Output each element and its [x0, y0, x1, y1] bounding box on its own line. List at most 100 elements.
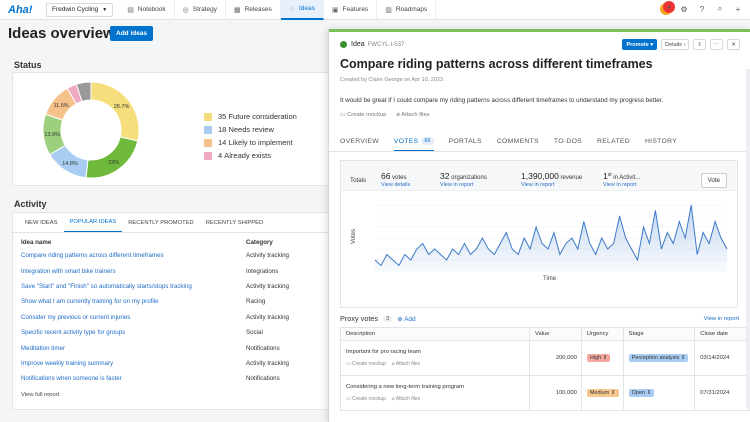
view-in-report-link[interactable]: View in report [603, 182, 640, 188]
slice-label: 23% [108, 160, 119, 166]
share-icon[interactable]: ⇪ [693, 39, 706, 50]
tab-comments[interactable]: COMMENTS [497, 132, 539, 151]
legend-item-likely-to-implement[interactable]: 14 Likely to implement [204, 136, 297, 149]
record-type-label: Idea [351, 41, 365, 48]
column-header-value[interactable]: Value [530, 328, 582, 340]
nav-tab-strategy[interactable]: ◎ Strategy [175, 0, 226, 20]
settings-gear-icon[interactable]: ⚙ [678, 3, 690, 15]
notification-badge: • [663, 1, 675, 13]
idea-title[interactable]: Compare riding patterns across different… [340, 57, 653, 71]
donut-slice[interactable] [90, 81, 140, 142]
add-ideas-button[interactable]: Add ideas [110, 26, 154, 41]
column-header-close-date[interactable]: Close date [695, 328, 749, 340]
legend-item-already-exists[interactable]: 4 Already exists [204, 149, 297, 162]
stage-cell[interactable]: Open ⇕ [624, 376, 696, 410]
idea-link[interactable]: Save "Start" and "Finish" so automatical… [21, 283, 246, 290]
search-icon[interactable]: ⌕ [714, 3, 726, 15]
idea-link[interactable]: Meditation timer [21, 345, 246, 352]
view-full-report-link[interactable]: View full report [13, 387, 329, 403]
stat-unit: in Activit... [613, 175, 641, 181]
create-mockup-label: Create mockup [347, 112, 387, 118]
close-date-cell[interactable]: 03/14/2024 [695, 341, 749, 375]
column-header-stage[interactable]: Stage [624, 328, 696, 340]
column-header-urgency[interactable]: Urgency [582, 328, 624, 340]
table-row: Compare riding patterns across different… [13, 248, 329, 263]
idea-link[interactable]: Notifications when someone is faster [21, 375, 246, 382]
urgency-select[interactable]: Medium ⇕ [586, 389, 619, 397]
idea-link[interactable]: Improve weekly training summary [21, 360, 246, 367]
more-options-icon[interactable]: ⋯ [709, 39, 724, 50]
attach-files-link[interactable]: ⌀ Attach files [396, 112, 429, 118]
tab-history[interactable]: HISTORY [645, 132, 677, 151]
record-reference[interactable]: FWCYL-I-537 [368, 42, 405, 48]
view-in-report-link[interactable]: View in report [521, 182, 582, 188]
stat-organizations: 32 organizations View in report [440, 171, 487, 188]
idea-link[interactable]: Specific recent activity type for groups [21, 329, 246, 336]
urgency-cell[interactable]: Medium ⇕ [582, 376, 624, 410]
status-legend: 35 Future consideration 18 Needs review … [204, 110, 297, 162]
idea-link[interactable]: Show what I am currently training for on… [21, 298, 246, 305]
vote-button[interactable]: Vote [700, 173, 727, 188]
nav-tab-roadmaps[interactable]: ▥ Roadmaps [377, 0, 437, 20]
promote-button[interactable]: Promote ▾ [622, 39, 658, 50]
stage-cell[interactable]: Perception analysis ⇕ [624, 341, 696, 375]
row-actions: ▭ Create mockup ⌀ Attach files [346, 396, 421, 402]
description-cell[interactable]: Considering a new long-term training pro… [341, 376, 531, 410]
tab-todos[interactable]: TO-DOS [554, 132, 582, 151]
stat-rank: 1st in Activit... View in report [603, 171, 640, 188]
stat-votes: 66 votes View details [381, 171, 410, 188]
workspace-selector[interactable]: Fredwin Cycling ▼ [46, 2, 114, 17]
legend-item-future-consideration[interactable]: 35 Future consideration [204, 110, 297, 123]
close-date-cell[interactable]: 07/31/2024 [695, 376, 749, 410]
table-row: Save "Start" and "Finish" so automatical… [13, 279, 329, 294]
proxy-view-in-report-link[interactable]: View in report [704, 316, 739, 322]
description-cell[interactable]: Important for pro racing team ▭ Create mo… [341, 341, 531, 375]
tab-related[interactable]: RELATED [597, 132, 630, 151]
stat-value: 32 [440, 171, 450, 181]
donut-slice[interactable] [85, 136, 139, 179]
user-avatar[interactable]: ●• [660, 1, 675, 15]
idea-link[interactable]: Compare riding patterns across different… [21, 252, 246, 259]
votes-over-time-chart: Time Votes [351, 204, 728, 282]
urgency-cell[interactable]: High ⇕ [582, 341, 624, 375]
drawer-scrollbar[interactable] [746, 69, 750, 409]
tab-votes-label: VOTES [393, 137, 419, 145]
category-cell: Activity tracking [246, 313, 289, 321]
value-cell[interactable]: 200,000 [530, 341, 582, 375]
tab-new-ideas[interactable]: NEW IDEAS [19, 213, 64, 232]
stat-unit: organizations [451, 175, 487, 181]
nav-tab-notebook[interactable]: ▤ Notebook [119, 0, 175, 20]
aha-logo[interactable]: Aha! [8, 4, 46, 16]
details-button[interactable]: Details › [661, 39, 690, 50]
close-icon[interactable]: ✕ [727, 39, 740, 50]
idea-link[interactable]: Integration with smart bike trainers [21, 268, 246, 275]
stat-value: 1,390,000 [521, 171, 559, 181]
nav-tab-releases[interactable]: ▦ Releases [226, 0, 281, 20]
idea-description[interactable]: It would be great if I could compare my … [340, 97, 663, 104]
tab-recently-promoted[interactable]: RECENTLY PROMOTED [122, 213, 200, 232]
nav-tab-ideas[interactable]: ♢ Ideas [280, 0, 324, 20]
stage-select[interactable]: Perception analysis ⇕ [628, 354, 689, 362]
nav-tab-features[interactable]: ▣ Features [324, 0, 378, 20]
legend-item-needs-review[interactable]: 18 Needs review [204, 123, 297, 136]
stat-ordinal: st [607, 172, 612, 178]
add-icon[interactable]: + [732, 3, 744, 15]
stage-select[interactable]: Open ⇕ [628, 389, 655, 397]
view-details-link[interactable]: View details [381, 182, 410, 188]
column-header-description[interactable]: Description [341, 328, 531, 340]
tab-votes[interactable]: VOTES 66 [393, 132, 434, 151]
urgency-select[interactable]: High ⇕ [586, 354, 611, 362]
column-header-category: Category [246, 239, 273, 246]
idea-link[interactable]: Consider my previous or current injuries [21, 314, 246, 321]
help-icon[interactable]: ? [696, 3, 708, 15]
tab-recently-shipped[interactable]: RECENTLY SHIPPED [200, 213, 269, 232]
tab-portals[interactable]: PORTALS [449, 132, 482, 151]
proxy-votes-count: 3 [383, 315, 393, 322]
roadmaps-icon: ▥ [385, 6, 392, 14]
value-cell[interactable]: 100,000 [530, 376, 582, 410]
tab-overview[interactable]: OVERVIEW [340, 132, 379, 151]
add-proxy-vote-button[interactable]: ⊕ Add [397, 315, 415, 323]
create-mockup-link[interactable]: ▭ Create mockup [340, 112, 386, 118]
tab-popular-ideas[interactable]: POPULAR IDEAS [63, 213, 123, 232]
view-in-report-link[interactable]: View in report [440, 182, 487, 188]
